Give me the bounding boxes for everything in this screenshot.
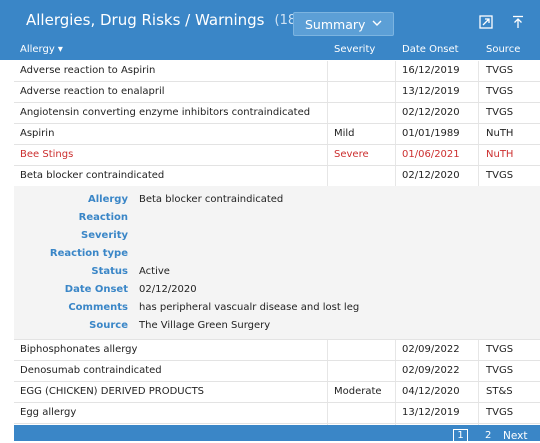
table-row-severe[interactable]: Bee Stings Severe 01/06/2021 NuTH: [14, 145, 540, 166]
severity-cell: Severe: [334, 149, 369, 160]
summary-dropdown[interactable]: Summary: [293, 12, 394, 36]
table-row[interactable]: EGG (CHICKEN) DERIVED PRODUCTS Moderate …: [14, 382, 540, 403]
detail-label-reaction: Reaction: [78, 212, 128, 223]
date-cell: 13/12/2019: [402, 86, 460, 97]
table-row[interactable]: Adverse reaction to Aspirin 16/12/2019 T…: [14, 61, 540, 82]
source-cell: TVGS: [486, 344, 514, 355]
allergy-cell: Biphosphonates allergy: [20, 344, 138, 355]
expand-icon[interactable]: [479, 15, 493, 32]
source-cell: TVGS: [486, 170, 514, 181]
detail-label-status: Status: [91, 266, 128, 277]
detail-label-allergy: Allergy: [88, 194, 128, 205]
severity-cell: Mild: [334, 128, 355, 139]
date-cell: 04/12/2020: [402, 386, 460, 397]
table-row[interactable]: Egg allergy 13/12/2019 TVGS: [14, 403, 540, 424]
date-cell: 02/09/2022: [402, 365, 460, 376]
source-cell: TVGS: [486, 86, 514, 97]
allergies-panel: Allergies, Drug Risks / Warnings (18) Su…: [0, 0, 540, 443]
panel-title: Allergies, Drug Risks / Warnings: [26, 11, 265, 29]
detail-label-date-onset: Date Onset: [64, 284, 128, 295]
page-2-button[interactable]: 2: [485, 430, 491, 441]
column-header-row: Allergy ▾ Severity Date Onset Source: [0, 40, 540, 60]
date-cell: 01/06/2021: [402, 149, 460, 160]
table-row[interactable]: Aspirin Mild 01/01/1989 NuTH: [14, 124, 540, 145]
summary-label: Summary: [305, 16, 366, 32]
column-header-date-onset[interactable]: Date Onset: [402, 44, 459, 55]
allergy-cell: Angiotensin converting enzyme inhibitors…: [20, 107, 311, 118]
source-cell: TVGS: [486, 65, 514, 76]
scroll-to-top-icon[interactable]: [511, 15, 525, 32]
allergy-cell: Beta blocker contraindicated: [20, 170, 165, 181]
allergy-cell: Adverse reaction to enalapril: [20, 86, 165, 97]
source-cell: NuTH: [486, 128, 514, 139]
chevron-down-icon: [371, 17, 383, 32]
date-cell: 16/12/2019: [402, 65, 460, 76]
source-cell: TVGS: [486, 365, 514, 376]
source-cell: TVGS: [486, 107, 514, 118]
source-cell: ST&S: [486, 386, 513, 397]
column-header-allergy[interactable]: Allergy ▾: [20, 44, 63, 55]
next-page-button[interactable]: Next: [503, 430, 527, 442]
table-row[interactable]: Biphosphonates allergy 02/09/2022 TVGS: [14, 340, 540, 361]
table-row[interactable]: Adverse reaction to enalapril 13/12/2019…: [14, 82, 540, 103]
column-header-source[interactable]: Source: [486, 44, 520, 55]
source-cell: TVGS: [486, 407, 514, 418]
detail-value-status: Active: [139, 266, 170, 277]
allergy-cell: EGG (CHICKEN) DERIVED PRODUCTS: [20, 386, 205, 397]
allergy-cell: Aspirin: [20, 128, 55, 139]
allergy-cell: Adverse reaction to Aspirin: [20, 65, 156, 76]
date-cell: 02/09/2022: [402, 344, 460, 355]
detail-value-allergy: Beta blocker contraindicated: [139, 194, 284, 205]
panel-header: Allergies, Drug Risks / Warnings (18) Su…: [0, 0, 540, 40]
source-cell: NuTH: [486, 149, 514, 160]
table-row-selected[interactable]: Beta blocker contraindicated 02/12/2020 …: [14, 166, 540, 187]
allergy-cell: Egg allergy: [20, 407, 77, 418]
detail-label-severity: Severity: [81, 230, 128, 241]
detail-value-comments: has peripheral vascualr disease and lost…: [139, 302, 360, 313]
table-row[interactable]: Denosumab contraindicated 02/09/2022 TVG…: [14, 361, 540, 382]
detail-label-comments: Comments: [68, 302, 128, 313]
pagination-bar: 1 2 Next: [14, 425, 540, 443]
date-cell: 13/12/2019: [402, 407, 460, 418]
allergy-cell: Bee Stings: [20, 149, 74, 160]
column-header-severity[interactable]: Severity: [334, 44, 375, 55]
detail-value-source: The Village Green Surgery: [139, 320, 271, 331]
detail-label-source: Source: [89, 320, 128, 331]
date-cell: 02/12/2020: [402, 107, 460, 118]
severity-cell: Moderate: [334, 386, 382, 397]
detail-label-reaction-type: Reaction type: [49, 248, 128, 259]
allergy-cell: Denosumab contraindicated: [20, 365, 162, 376]
date-cell: 01/01/1989: [402, 128, 460, 139]
date-cell: 02/12/2020: [402, 170, 460, 181]
detail-value-date-onset: 02/12/2020: [139, 284, 197, 295]
allergy-detail-panel: Allergy Beta blocker contraindicated Rea…: [14, 186, 540, 340]
table-row[interactable]: Angiotensin converting enzyme inhibitors…: [14, 103, 540, 124]
